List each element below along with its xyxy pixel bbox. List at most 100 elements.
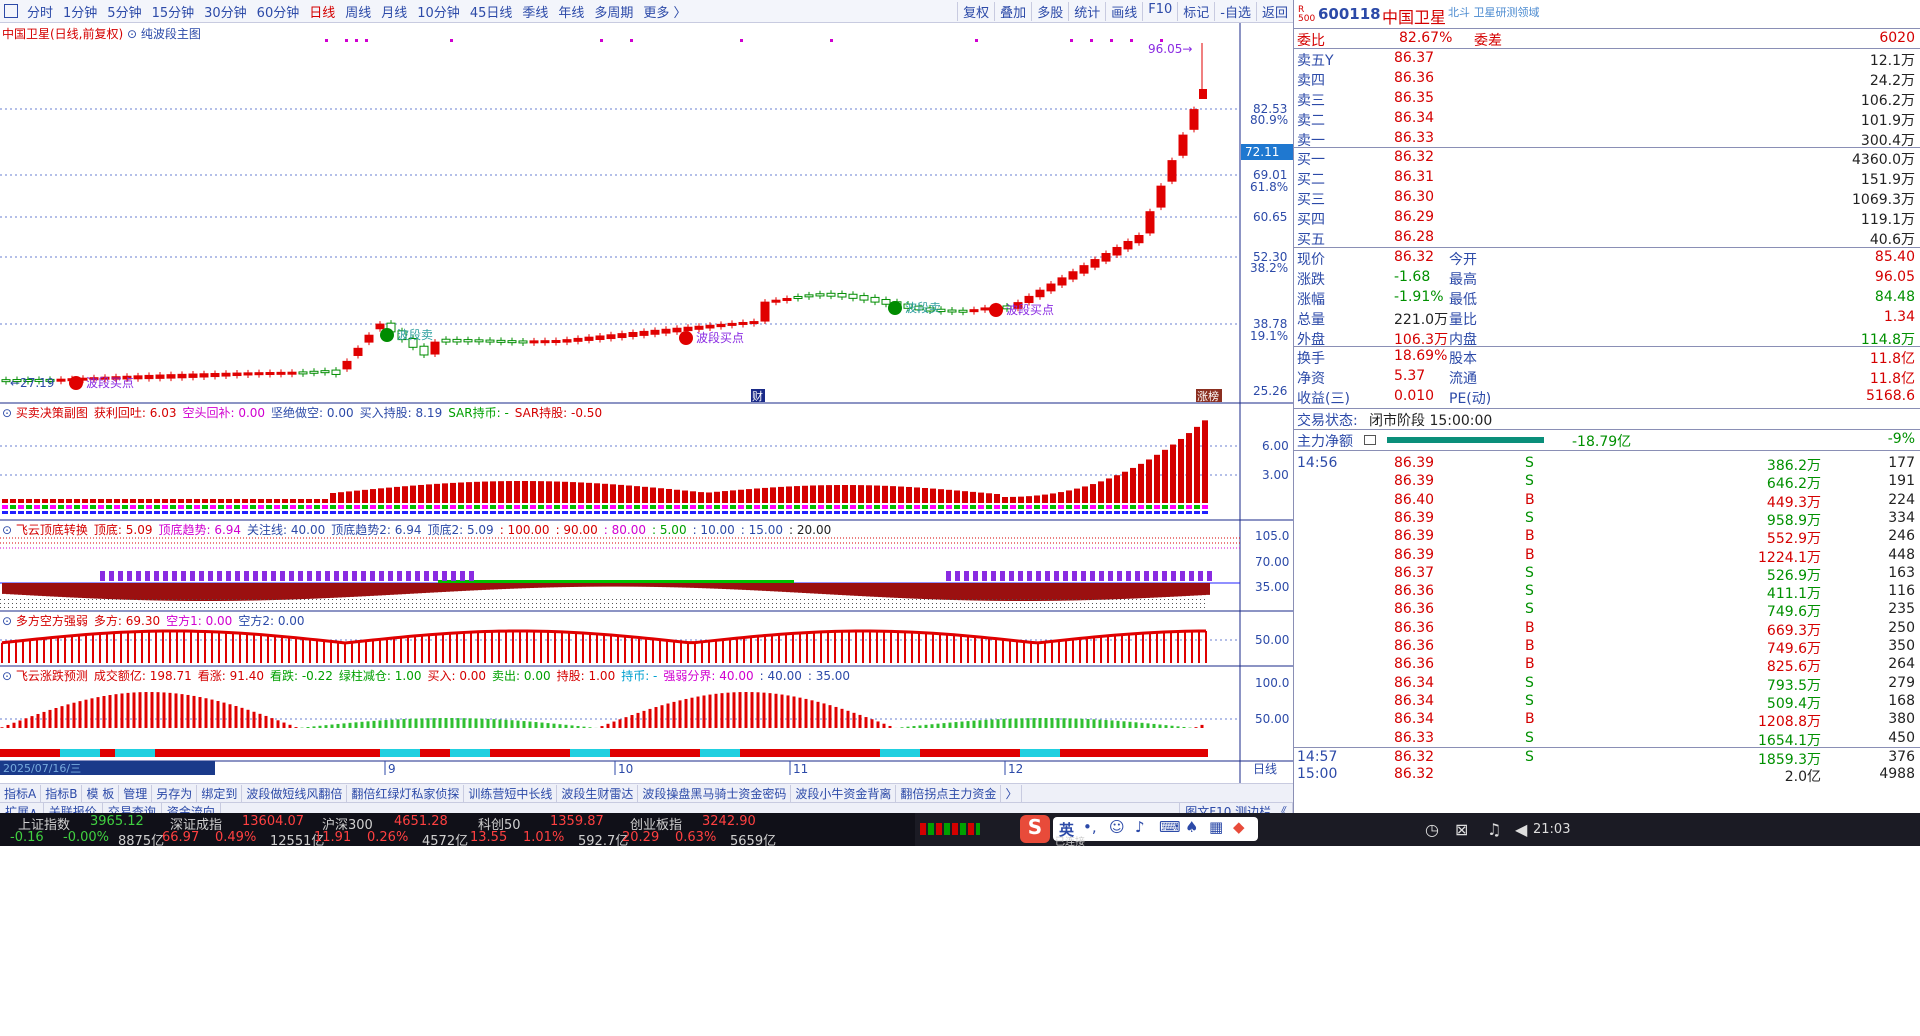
tool-1[interactable]: 叠加 <box>994 1 1031 21</box>
indicator-tab-9[interactable]: 波段生财雷达 <box>557 784 639 802</box>
indicator-tab-8[interactable]: 训练营短中长线 <box>464 784 558 802</box>
indicator-tab-0[interactable]: 指标A <box>0 784 42 802</box>
indicator-icon[interactable]: ⊙ <box>127 27 137 41</box>
sub4-icon[interactable]: ⊙ <box>2 669 16 683</box>
sub2-fill <box>14 583 18 595</box>
sub2-fill <box>130 583 134 600</box>
period-6[interactable]: 日线 <box>304 2 340 21</box>
sub2-fill <box>726 583 730 590</box>
period-12[interactable]: 年线 <box>553 2 589 21</box>
indicator-tab-11[interactable]: 波段小牛资金背离 <box>791 784 897 802</box>
tool-2[interactable]: 多股 <box>1031 1 1068 21</box>
period-5[interactable]: 60分钟 <box>252 2 305 21</box>
sub2-fill <box>378 583 382 596</box>
indicator-tab-7[interactable]: 翻倍红绿灯私家侦探 <box>347 784 465 802</box>
period-11[interactable]: 季线 <box>517 2 553 21</box>
indicator-tab-6[interactable]: 波段做短线风翻倍 <box>242 784 348 802</box>
sub1-mark2 <box>842 511 848 514</box>
sub2-fill <box>118 583 122 600</box>
period-1[interactable]: 1分钟 <box>58 2 102 21</box>
skin-icon[interactable]: ◆ <box>1233 818 1245 836</box>
period-9[interactable]: 10分钟 <box>412 2 465 21</box>
indicator-tab-13[interactable]: 〉 <box>1001 784 1023 802</box>
period-2[interactable]: 5分钟 <box>102 2 146 21</box>
period-14[interactable]: 更多 〉 <box>638 2 691 21</box>
sub2-green <box>626 580 630 583</box>
sub2-fill <box>1122 583 1126 599</box>
clock-time[interactable]: 21:03 <box>1533 822 1570 837</box>
period-4[interactable]: 30分钟 <box>199 2 252 21</box>
sub2-fill <box>874 583 878 597</box>
main-indicator-name[interactable]: 纯波段主图 <box>141 27 201 41</box>
sub1-mark <box>618 505 624 509</box>
sub2-name[interactable]: 飞云顶底转换 <box>16 523 88 537</box>
tick-count: 380 <box>1888 711 1915 728</box>
sub2-green <box>758 580 762 583</box>
volume-icon[interactable]: ◀ <box>1515 820 1527 839</box>
sub2-icon[interactable]: ⊙ <box>2 523 16 537</box>
bids-label: 买五 <box>1297 232 1325 248</box>
emoji-icon[interactable]: ☺ <box>1109 818 1125 836</box>
sub2-green <box>538 580 542 583</box>
stock-tags[interactable]: 北斗 卫星研测领域 <box>1448 4 1540 20</box>
sub1-bar <box>58 499 64 503</box>
asks-price: 86.37 <box>1394 50 1435 66</box>
sub1-bar <box>258 499 264 503</box>
sub1-bar <box>1170 444 1176 503</box>
sub1-bar <box>1202 420 1208 503</box>
period-3[interactable]: 15分钟 <box>147 2 200 21</box>
tick-count: 376 <box>1888 748 1915 765</box>
sub2-fill <box>482 583 486 590</box>
indicator-tab-1[interactable]: 指标B <box>41 784 83 802</box>
period-7[interactable]: 周线 <box>340 2 376 21</box>
indicator-tab-10[interactable]: 波段操盘黑马骑士资金密码 <box>638 784 792 802</box>
period-0[interactable]: 分时 <box>22 2 58 21</box>
indicator-tab-3[interactable]: 管理 <box>119 784 153 802</box>
sub2-purple <box>316 571 321 581</box>
sub1-name[interactable]: 买卖决策副图 <box>16 406 88 420</box>
indicator-tab-5[interactable]: 绑定到 <box>197 784 243 802</box>
sub3-name[interactable]: 多方空方强弱 <box>16 614 88 628</box>
indicator-tab-2[interactable]: 模 板 <box>82 784 120 802</box>
sub2-purple <box>1171 571 1176 581</box>
tick-count: 448 <box>1888 546 1915 563</box>
asks-label: 卖二 <box>1297 113 1325 129</box>
chart-area[interactable]: 82.53 80.9% 72.11 69.01 61.8% 60.65 52.30 38.2%… <box>0 23 1293 783</box>
candle <box>56 378 66 382</box>
keyboard-icon[interactable]: ⌨ <box>1159 818 1181 836</box>
sub4-name[interactable]: 飞云涨跌预测 <box>16 669 88 683</box>
tool-7[interactable]: -自选 <box>1214 1 1256 21</box>
sub1-bar <box>594 483 600 503</box>
sub2-fill <box>750 583 754 591</box>
tool-4[interactable]: 画线 <box>1105 1 1142 21</box>
sub1-mark <box>18 505 24 509</box>
bell-icon[interactable]: ♫ <box>1487 820 1501 839</box>
shirt-icon[interactable]: ♠ <box>1185 818 1198 836</box>
period-10[interactable]: 45日线 <box>465 2 518 21</box>
punct-icon[interactable]: •, <box>1083 818 1097 836</box>
sub2-fill <box>802 583 806 593</box>
sub1-icon[interactable]: ⊙ <box>2 406 16 420</box>
main-flow-row[interactable]: 主力净额 -18.79亿 -9% <box>1294 429 1920 451</box>
tool-0[interactable]: 复权 <box>957 1 994 21</box>
tool-3[interactable]: 统计 <box>1068 1 1105 21</box>
grid-icon[interactable]: ▦ <box>1209 818 1223 836</box>
sub2-fill <box>718 583 722 589</box>
settings-icon[interactable]: ⊠ <box>1455 820 1468 839</box>
tool-5[interactable]: F10 <box>1142 1 1177 21</box>
tool-6[interactable]: 标记 <box>1177 1 1214 21</box>
candle <box>1090 259 1100 268</box>
indicator-tab-4[interactable]: 另存为 <box>152 784 198 802</box>
stat2-label: 换手 <box>1297 351 1325 367</box>
sub1-bar <box>106 499 112 503</box>
sub1-mark2 <box>850 511 856 514</box>
clock-icon[interactable]: ◷ <box>1425 820 1439 839</box>
sogou-ime-icon[interactable]: S <box>1020 815 1050 843</box>
period-13[interactable]: 多周期 <box>589 2 638 21</box>
period-8[interactable]: 月线 <box>376 2 412 21</box>
candle <box>716 323 726 328</box>
tool-8[interactable]: 返回 <box>1255 1 1293 21</box>
mic-icon[interactable]: ♪ <box>1135 818 1145 836</box>
sub3-icon[interactable]: ⊙ <box>2 614 16 628</box>
indicator-tab-12[interactable]: 翻倍拐点主力资金 <box>896 784 1002 802</box>
